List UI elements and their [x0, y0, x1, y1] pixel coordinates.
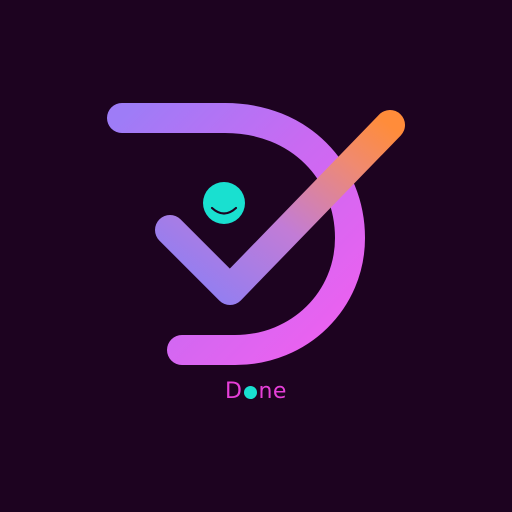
- logo-canvas: Dne: [0, 0, 512, 512]
- wordmark-rest: ne: [258, 379, 287, 404]
- smiley-face-icon: [203, 182, 245, 224]
- brand-wordmark: Dne: [0, 379, 512, 405]
- wordmark-dot-icon: [244, 386, 258, 399]
- done-logo-mark: [107, 103, 405, 367]
- wordmark-first-letter: D: [225, 379, 243, 404]
